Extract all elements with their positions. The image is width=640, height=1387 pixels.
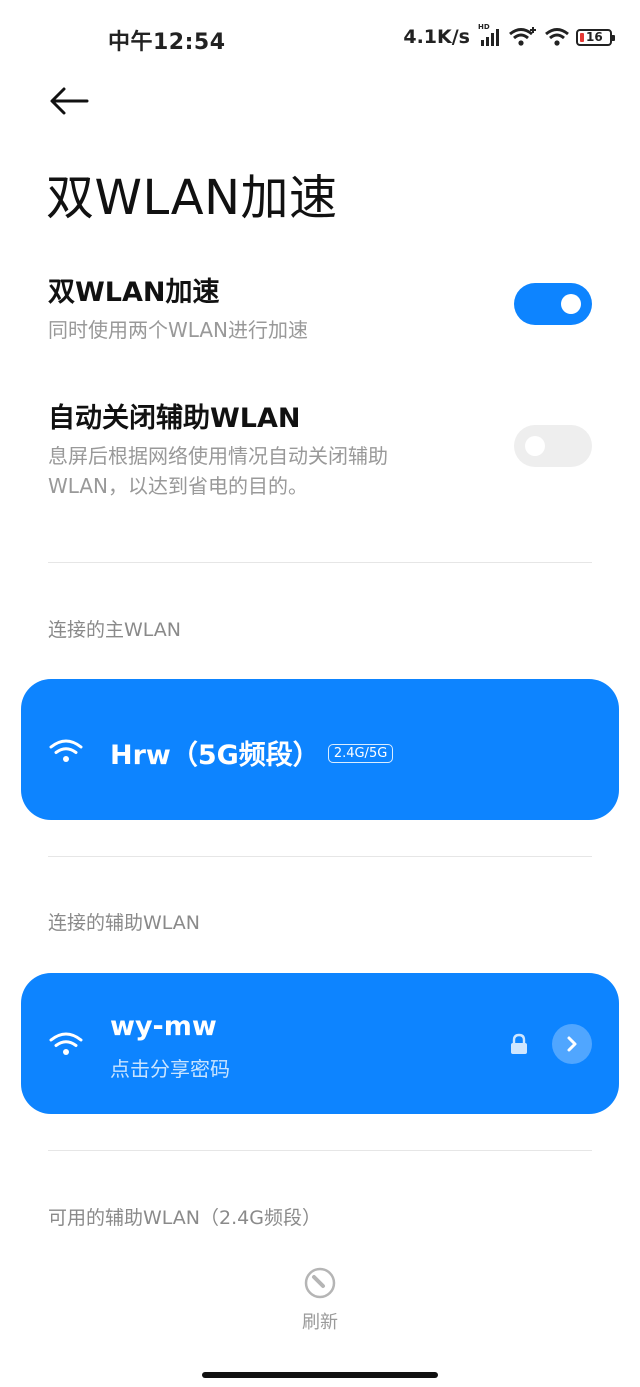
refresh-button[interactable]: 刷新: [280, 1266, 360, 1334]
status-icons: 4.1K/s HD 16: [403, 23, 615, 50]
toggle-knob: [561, 294, 581, 314]
back-button[interactable]: [48, 84, 90, 118]
setting-title: 双WLAN加速: [48, 277, 220, 308]
status-time: 中午12:54: [108, 30, 226, 55]
wifi-icon: [49, 1032, 83, 1055]
secondary-network-name: wy-mw: [110, 1011, 217, 1042]
dual-wlan-toggle[interactable]: [514, 283, 592, 325]
toggle-knob: [525, 436, 545, 456]
available-wlan-section-label: 可用的辅助WLAN（2.4G频段）: [48, 1207, 321, 1229]
back-arrow-icon: [50, 87, 89, 115]
auto-close-setting[interactable]: 自动关闭辅助WLAN 息屏后根据网络使用情况自动关闭辅助WLAN，以达到省电的目…: [48, 396, 594, 501]
page-title: 双WLAN加速: [46, 170, 338, 226]
chevron-right-icon: [567, 1036, 577, 1052]
network-detail-button[interactable]: [552, 1024, 592, 1064]
lock-icon: [511, 1033, 527, 1054]
status-bar: 中午12:54 4.1K/s HD 16: [0, 0, 640, 76]
refresh-icon: [304, 1267, 336, 1299]
divider: [48, 562, 592, 563]
signal-icon: HD: [478, 23, 502, 47]
secondary-wlan-section-label: 连接的辅助WLAN: [48, 912, 201, 934]
battery-icon: 16: [576, 28, 615, 46]
auto-close-toggle[interactable]: [514, 425, 592, 467]
setting-title: 自动关闭辅助WLAN: [48, 403, 301, 434]
share-password-hint: 点击分享密码: [110, 1057, 230, 1081]
primary-wlan-section-label: 连接的主WLAN: [48, 619, 182, 641]
divider: [48, 856, 592, 857]
home-indicator[interactable]: [202, 1372, 438, 1378]
band-badge: 2.4G/5G: [327, 744, 394, 763]
wifi-icon: [545, 28, 569, 46]
wifi-icon: [49, 739, 83, 762]
setting-description: 同时使用两个WLAN进行加速: [48, 318, 309, 342]
secondary-wlan-card[interactable]: wy-mw 点击分享密码: [21, 973, 619, 1114]
network-speed: 4.1K/s: [403, 26, 470, 48]
setting-description: 息屏后根据网络使用情况自动关闭辅助WLAN，以达到省电的目的。: [48, 444, 388, 498]
refresh-label: 刷新: [302, 1312, 338, 1333]
wifi-plus-icon: [509, 27, 536, 46]
primary-wlan-card[interactable]: Hrw（5G频段） 2.4G/5G: [21, 679, 619, 820]
divider: [48, 1150, 592, 1151]
network-name-text: Hrw（5G频段）: [110, 740, 320, 771]
battery-level: 16: [586, 30, 603, 44]
dual-wlan-setting[interactable]: 双WLAN加速 同时使用两个WLAN进行加速: [48, 270, 594, 345]
primary-network-name: Hrw（5G频段） 2.4G/5G: [110, 733, 394, 772]
